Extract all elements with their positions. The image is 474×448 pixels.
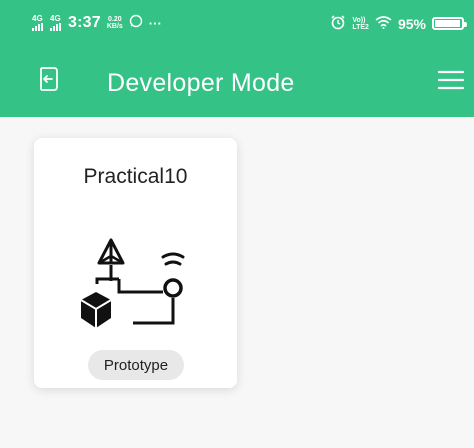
status-bar-right: Vo)) LTE2 95% [330, 14, 467, 33]
volte-line-1: Vo)) [352, 16, 366, 24]
battery-fill [435, 20, 460, 27]
prototype-illustration-icon [79, 236, 194, 336]
whatsapp-icon [129, 14, 143, 32]
more-notifications-icon: ··· [148, 15, 162, 31]
status-bar: 4G 4G 3:37 0.20 KB/s ··· Vo)) LTE2 95% [0, 0, 474, 50]
signal-bars-icon [32, 23, 43, 31]
alarm-icon [330, 14, 346, 33]
network-type-2: 4G [50, 14, 61, 23]
battery-percent: 95% [397, 15, 426, 32]
network-speed-unit: KB/s [106, 23, 123, 30]
wifi-icon [375, 15, 392, 32]
project-title: Practical10 [83, 165, 188, 188]
app-bar: Developer Mode [0, 50, 474, 117]
prototype-tag[interactable]: Prototype [88, 350, 184, 380]
status-bar-left: 4G 4G 3:37 0.20 KB/s ··· [32, 14, 162, 32]
project-card[interactable]: Practical10 Prototype [34, 138, 237, 388]
header-region: 4G 4G 3:37 0.20 KB/s ··· Vo)) LTE2 95% D… [0, 0, 474, 117]
battery-icon [432, 17, 467, 30]
network-signal-2: 4G [50, 15, 61, 31]
network-type-1: 4G [32, 14, 43, 23]
volte-indicator: Vo)) LTE2 [352, 17, 369, 31]
volte-line-2: LTE2 [352, 23, 369, 31]
status-time: 3:37 [68, 14, 101, 31]
network-speed: 0.20 KB/s [107, 16, 123, 30]
network-speed-value: 0.20 [107, 16, 122, 23]
app-title: Developer Mode [107, 69, 295, 97]
exit-icon[interactable] [34, 64, 64, 94]
signal-bars-icon [50, 23, 61, 31]
hamburger-menu-icon[interactable] [437, 68, 465, 92]
network-signal-1: 4G [32, 15, 43, 31]
